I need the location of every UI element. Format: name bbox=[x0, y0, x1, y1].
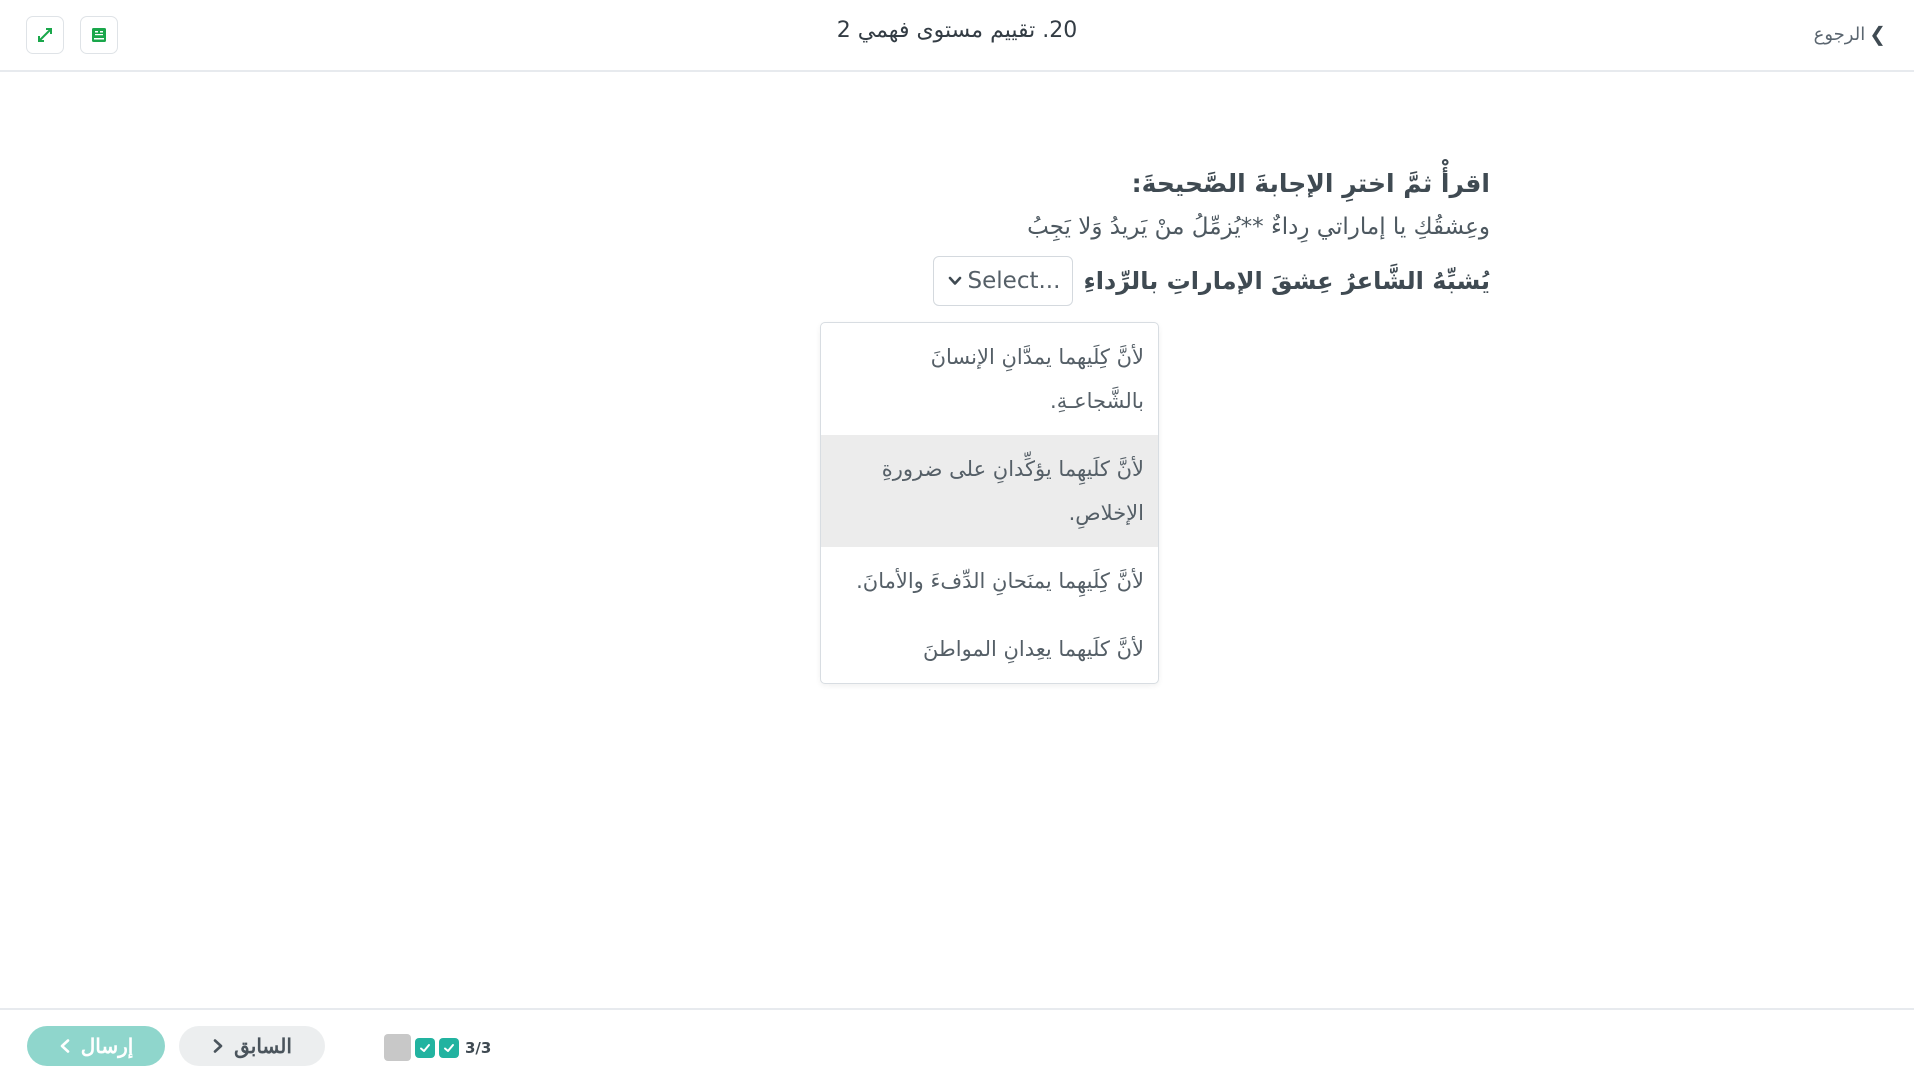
send-label: إرسال bbox=[80, 1035, 134, 1058]
question-area: اقرأْ ثمَّ اخترِ الإجابةَ الصَّحيحةَ: وع… bbox=[0, 74, 1914, 1008]
chevron-down-icon bbox=[949, 276, 962, 285]
progress-box-unanswered[interactable] bbox=[384, 1034, 411, 1061]
answer-select[interactable]: Select... bbox=[933, 256, 1074, 306]
question-progress: 3/3 bbox=[384, 1034, 491, 1061]
select-placeholder: Select... bbox=[967, 268, 1061, 294]
book-icon bbox=[92, 28, 106, 42]
progress-count: 3/3 bbox=[465, 1038, 492, 1057]
progress-box-answered[interactable] bbox=[415, 1037, 435, 1058]
chevron-left-icon bbox=[60, 1039, 70, 1053]
previous-button[interactable]: السابق bbox=[179, 1026, 325, 1066]
bottom-bar: إرسال السابق 3/3 bbox=[0, 1008, 1914, 1068]
check-icon bbox=[444, 1043, 454, 1052]
chevron-right-icon bbox=[213, 1039, 223, 1053]
question-stem: يُشبِّهُ الشَّاعرُ عِشقَ الإماراتِ بالرِ… bbox=[1083, 267, 1490, 295]
dropdown-option-4[interactable]: لأنَّ كلَيهما يعِدانِ المواطنَ bbox=[821, 615, 1158, 683]
dropdown-option-1[interactable]: لأنَّ كِلَيهما يمدَّانِ الإنسانَ بالشَّج… bbox=[821, 323, 1158, 435]
question-row: يُشبِّهُ الشَّاعرُ عِشقَ الإماراتِ بالرِ… bbox=[590, 256, 1490, 306]
dropdown-option-3[interactable]: لأنَّ كِلَيهِما يمنَحانِ الدِّفءَ والأما… bbox=[821, 547, 1158, 615]
fullscreen-button[interactable] bbox=[26, 16, 64, 54]
previous-label: السابق bbox=[234, 1035, 292, 1058]
poem-verse: وعِشقُكِ يا إماراتي رِداءٌ **يُزمِّلُ من… bbox=[1027, 214, 1490, 240]
top-bar: ❯ الرجوع 20. تقييم مستوى فهمي 2 bbox=[0, 0, 1914, 72]
dropdown-option-2[interactable]: لأنَّ كلَيهِما يؤكِّدانِ على ضرورةِ الإخ… bbox=[821, 435, 1158, 547]
send-button[interactable]: إرسال bbox=[27, 1026, 165, 1066]
answer-dropdown-menu: لأنَّ كِلَيهما يمدَّانِ الإنسانَ بالشَّج… bbox=[820, 322, 1159, 684]
progress-box-answered[interactable] bbox=[439, 1037, 459, 1058]
question-block: اقرأْ ثمَّ اخترِ الإجابةَ الصَّحيحةَ: وع… bbox=[590, 166, 1490, 306]
check-icon bbox=[420, 1043, 430, 1052]
page-title: 20. تقييم مستوى فهمي 2 bbox=[836, 18, 1078, 43]
dictionary-button[interactable] bbox=[80, 16, 118, 54]
question-instruction: اقرأْ ثمَّ اخترِ الإجابةَ الصَّحيحةَ: bbox=[1131, 169, 1490, 198]
expand-icon bbox=[38, 28, 52, 42]
